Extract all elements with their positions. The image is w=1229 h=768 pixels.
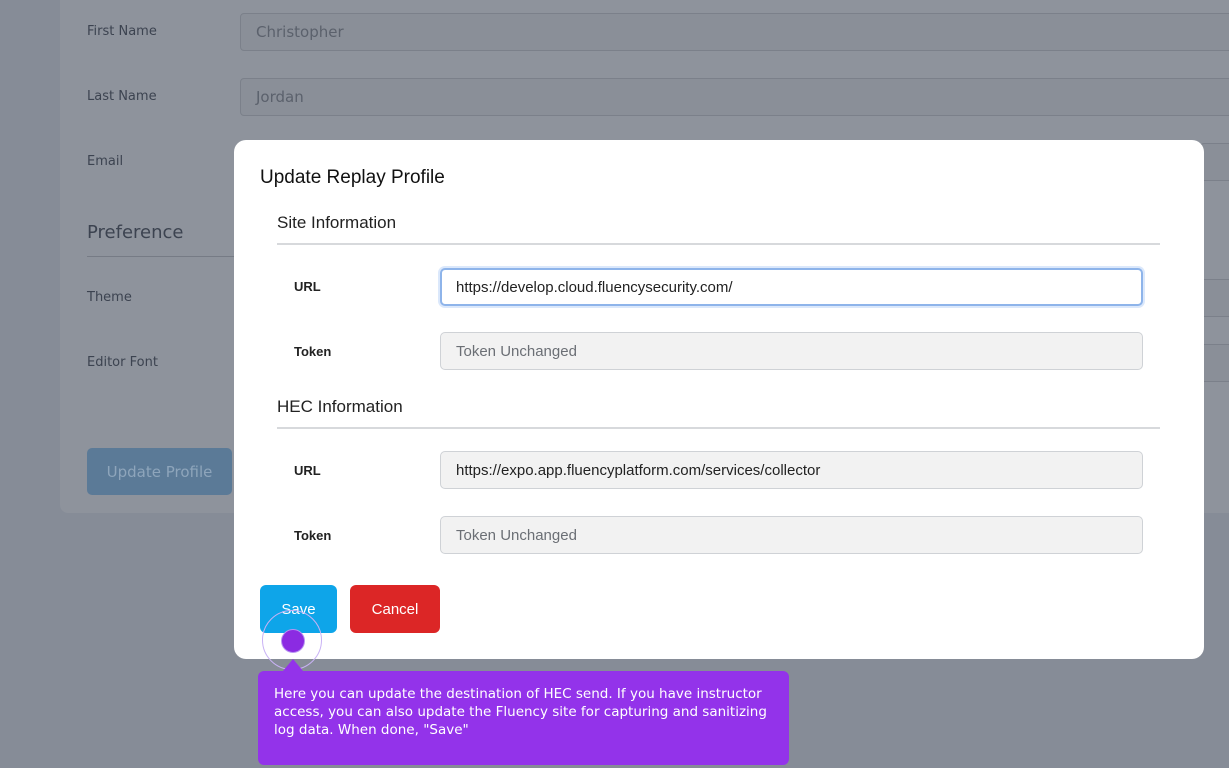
site-token-input[interactable] [440,332,1143,370]
hec-token-label: Token [294,528,332,543]
hec-url-input[interactable] [440,451,1143,489]
cancel-button[interactable]: Cancel [350,585,440,633]
last-name-input[interactable]: Jordan [240,78,1229,116]
site-url-input[interactable] [440,268,1143,306]
editor-font-select[interactable] [1200,344,1229,382]
hec-token-input[interactable] [440,516,1143,554]
site-token-label: Token [294,344,332,359]
last-name-label: Last Name [87,89,157,104]
hec-url-label: URL [294,463,321,478]
editor-font-label: Editor Font [87,355,158,370]
update-replay-profile-modal: Update Replay Profile Site Information U… [234,140,1204,659]
site-information-heading: Site Information [277,213,397,232]
guide-tooltip: Here you can update the destination of H… [258,671,789,765]
theme-select[interactable] [1200,279,1229,317]
first-name-label: First Name [87,24,157,39]
site-url-label: URL [294,279,321,294]
theme-label: Theme [87,290,132,305]
email-input[interactable] [1200,143,1229,181]
email-label: Email [87,154,124,169]
preference-divider [87,256,237,257]
first-name-input[interactable]: Christopher [240,13,1229,51]
guide-tooltip-text: Here you can update the destination of H… [274,686,767,738]
tooltip-arrow [283,659,303,671]
site-information-divider [277,243,1160,245]
modal-title: Update Replay Profile [260,167,445,188]
update-profile-button[interactable]: Update Profile [87,448,232,495]
hec-information-heading: HEC Information [277,397,403,416]
hec-information-divider [277,427,1160,429]
hotspot-dot[interactable] [281,629,305,653]
preference-heading: Preference [87,222,184,243]
